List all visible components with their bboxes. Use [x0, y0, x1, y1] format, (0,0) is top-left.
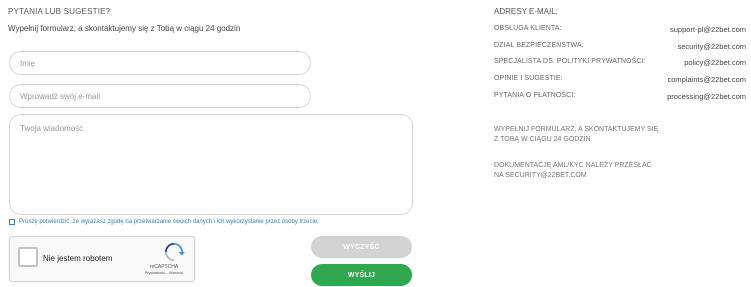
consent-row[interactable]: Proszę potwierdzić, że wyrażasz zgodę na… — [9, 219, 319, 225]
aml-note: DOKUMENTACJĘ AML/KYC NALEŻY PRZESŁAĆ NA … — [494, 161, 652, 181]
consent-checkbox[interactable] — [9, 219, 15, 225]
clear-button[interactable]: WYCZYŚĆ — [311, 236, 412, 258]
contact-note-line: Z TOBĄ W CIĄGU 24 GODZIN — [494, 136, 591, 143]
contact-label: DZIAŁ BEZPIECZEŃSTWA: — [494, 42, 584, 49]
consent-text[interactable]: Proszę potwierdzić, że wyrażasz zgodę na… — [19, 219, 319, 225]
recaptcha-checkbox[interactable] — [18, 247, 38, 267]
contact-note-line: WYPEŁNIJ FORMULARZ, A SKONTAKTUJEMY SIĘ — [494, 126, 659, 133]
contact-label: OBSŁUGA KLIENTA: — [494, 25, 562, 32]
recaptcha-label: Nie jestem robotem — [43, 254, 113, 263]
email-input[interactable] — [9, 84, 311, 108]
contacts-title: ADRESY E-MAIL: — [494, 7, 558, 16]
recaptcha-logo-icon — [165, 243, 185, 261]
contact-row: OBSŁUGA KLIENTA: support-pl@22bet.com — [494, 25, 746, 34]
contact-email[interactable]: processing@22bet.com — [667, 92, 746, 101]
message-textarea[interactable] — [9, 114, 413, 215]
recaptcha-links[interactable]: Prywatność - Warunki — [142, 270, 186, 275]
send-button[interactable]: WYŚLIJ — [311, 264, 412, 286]
aml-note-line: NA SECURITY@22BET.COM — [494, 172, 587, 179]
contact-email[interactable]: policy@22bet.com — [684, 58, 746, 67]
contact-row: OPINIE I SUGESTIE: complaints@22bet.com — [494, 75, 746, 84]
contact-label: PYTANIA O PŁATNOŚCI: — [494, 92, 576, 99]
contact-label: OPINIE I SUGESTIE: — [494, 75, 563, 82]
contact-note: WYPEŁNIJ FORMULARZ, A SKONTAKTUJEMY SIĘ … — [494, 125, 658, 145]
form-title: PYTANIA LUB SUGESTIE? — [8, 7, 111, 16]
contact-label: SPECJALISTA DS. POLITYKI PRYWATNOŚCI: — [494, 58, 646, 65]
contact-row: SPECJALISTA DS. POLITYKI PRYWATNOŚCI: po… — [494, 58, 746, 67]
contact-email[interactable]: complaints@22bet.com — [668, 75, 746, 84]
recaptcha-widget: Nie jestem robotem reCAPTCHA Prywatność … — [9, 236, 195, 282]
contact-email[interactable]: security@22bet.com — [678, 42, 746, 51]
aml-note-line: DOKUMENTACJĘ AML/KYC NALEŻY PRZESŁAĆ — [494, 162, 652, 169]
contact-row: PYTANIA O PŁATNOŚCI: processing@22bet.co… — [494, 92, 746, 101]
name-input[interactable] — [9, 51, 311, 75]
form-subtitle: Wypełnij formularz, a skontaktujemy się … — [8, 24, 241, 33]
contact-row: DZIAŁ BEZPIECZEŃSTWA: security@22bet.com — [494, 42, 746, 51]
contact-email[interactable]: support-pl@22bet.com — [670, 25, 746, 34]
